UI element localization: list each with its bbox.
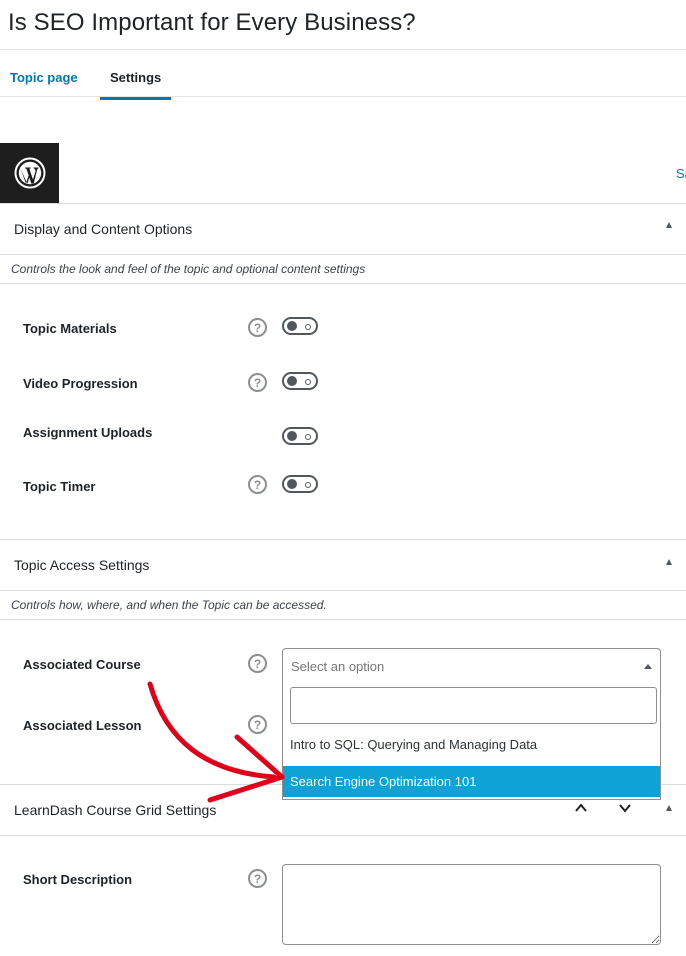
dropdown-search-input[interactable] (290, 687, 657, 724)
caret-up-icon (644, 664, 652, 669)
tab-topic-page[interactable]: Topic page (0, 50, 88, 97)
help-icon[interactable]: ? (248, 373, 267, 392)
assignment-uploads-label: Assignment Uploads (23, 425, 153, 440)
video-progression-label: Video Progression (23, 376, 138, 391)
divider (0, 590, 686, 591)
help-icon[interactable]: ? (248, 654, 267, 673)
dropdown-option[interactable]: Intro to SQL: Querying and Managing Data (283, 729, 660, 760)
divider (0, 283, 686, 284)
associated-course-label: Associated Course (23, 657, 141, 672)
divider (0, 619, 686, 620)
short-description-textarea[interactable] (282, 864, 661, 945)
topic-materials-toggle[interactable] (282, 317, 318, 335)
help-icon[interactable]: ? (248, 715, 267, 734)
assignment-uploads-toggle[interactable] (282, 427, 318, 445)
tabs-divider (0, 96, 686, 97)
divider (0, 539, 686, 540)
tab-settings[interactable]: Settings (100, 50, 172, 100)
divider (0, 835, 686, 836)
short-description-label: Short Description (23, 872, 133, 887)
collapse-toggle-icon[interactable] (666, 222, 672, 228)
course-dropdown: Intro to SQL: Querying and Managing Data… (282, 684, 661, 800)
help-icon[interactable]: ? (248, 318, 267, 337)
divider (0, 254, 686, 255)
wordpress-icon (14, 157, 45, 189)
display-section-description: Controls the look and feel of the topic … (11, 262, 366, 276)
save-link[interactable]: Sa (676, 166, 686, 181)
dropdown-option-highlighted[interactable]: Search Engine Optimization 101 (283, 766, 660, 797)
grid-section-title[interactable]: LearnDash Course Grid Settings (14, 802, 216, 818)
help-icon[interactable]: ? (248, 869, 267, 888)
select-placeholder: Select an option (291, 659, 385, 674)
collapse-toggle-icon[interactable] (666, 559, 672, 565)
associated-lesson-label: Associated Lesson (23, 718, 142, 733)
wordpress-logo-button[interactable] (0, 143, 59, 203)
chevron-down-icon[interactable] (618, 801, 632, 815)
topic-timer-toggle[interactable] (282, 475, 318, 493)
access-section-description: Controls how, where, and when the Topic … (11, 598, 327, 612)
collapse-toggle-icon[interactable] (666, 805, 672, 811)
help-icon[interactable]: ? (248, 475, 267, 494)
display-section-title[interactable]: Display and Content Options (14, 221, 192, 237)
chevron-up-icon[interactable] (574, 801, 588, 815)
access-section-title[interactable]: Topic Access Settings (14, 557, 149, 573)
video-progression-toggle[interactable] (282, 372, 318, 390)
divider (0, 203, 686, 204)
page-title: Is SEO Important for Every Business? (8, 9, 416, 36)
tab-bar: Topic page Settings (0, 50, 686, 100)
topic-timer-label: Topic Timer (23, 479, 96, 494)
associated-course-select[interactable]: Select an option (282, 648, 661, 684)
topic-materials-label: Topic Materials (23, 321, 117, 336)
